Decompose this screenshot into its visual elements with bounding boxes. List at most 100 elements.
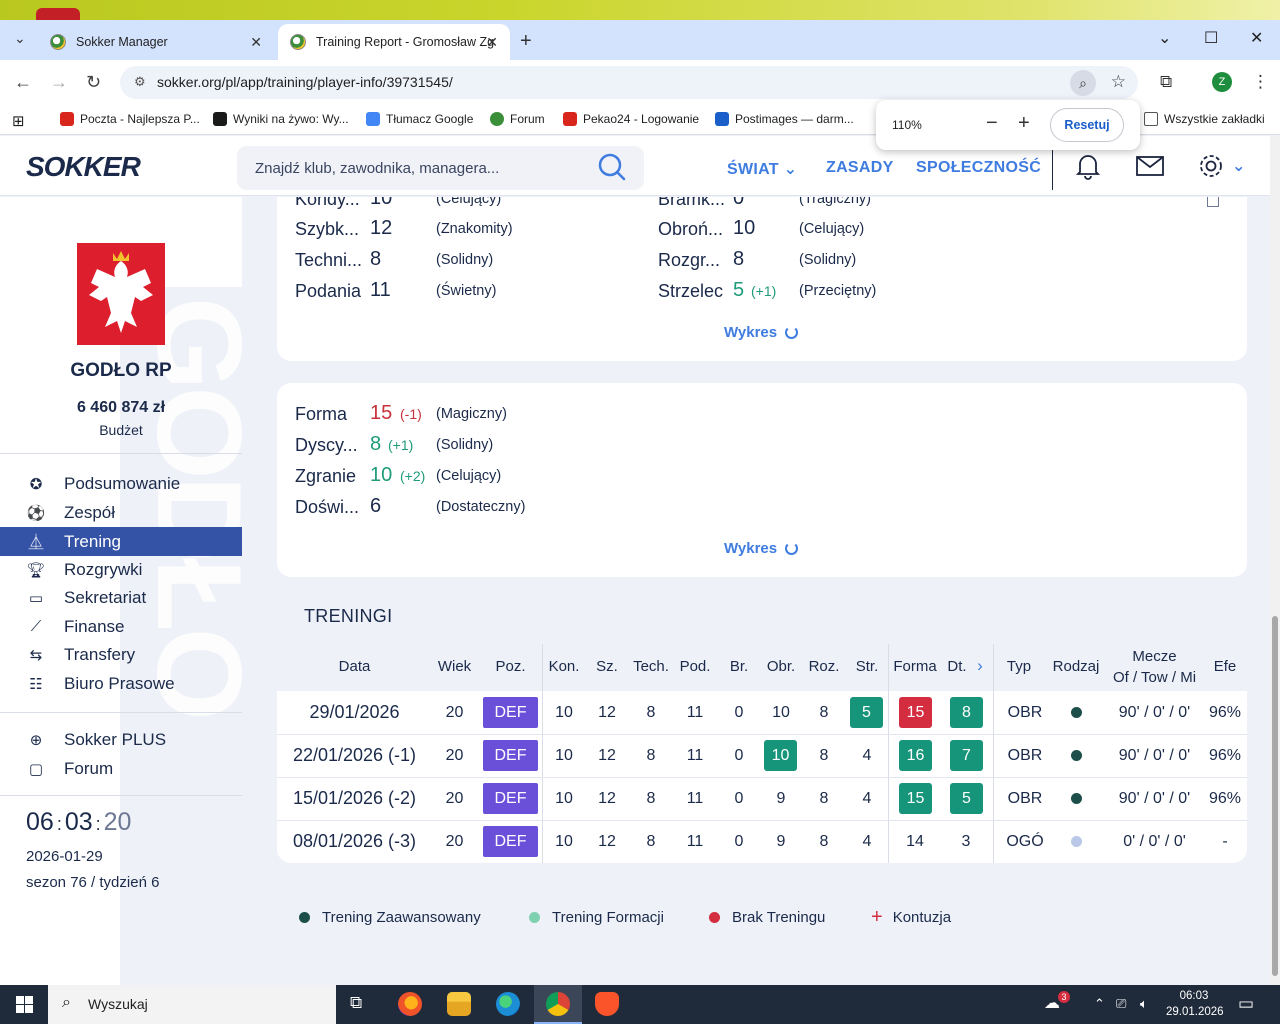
skill-desc: (Przeciętny) (799, 283, 877, 299)
sidebar: GODŁO GODŁO RP 6 460 874 zł Budżet ✪ Pods… (0, 197, 242, 985)
maximize-icon[interactable]: ☐ (1204, 28, 1218, 48)
condition-chart-link[interactable]: Wykres (724, 540, 799, 557)
task-view-icon[interactable]: ⧉ (350, 993, 362, 1013)
url-text[interactable]: sokker.org/pl/app/training/player-info/3… (157, 74, 453, 90)
bookmark-all[interactable]: Wszystkie zakładki (1144, 112, 1265, 126)
chrome-menu-icon[interactable]: ⋮ (1252, 72, 1269, 92)
tab-training-report[interactable]: Training Report - Gromosław Zg ✕ (278, 24, 510, 60)
tab-sokker-manager[interactable]: Sokker Manager ✕ (38, 24, 274, 60)
skills-chart-link[interactable]: Wykres (724, 324, 799, 341)
col-header[interactable]: Tech. (629, 658, 673, 675)
edge-icon[interactable] (496, 992, 520, 1016)
mail-icon[interactable] (1136, 156, 1164, 176)
scrollbar-thumb[interactable] (1272, 616, 1278, 976)
extensions-icon[interactable]: ⧉ (1160, 72, 1172, 92)
nav-swiat[interactable]: ŚWIAT ⌄ (727, 159, 797, 179)
sidebar-item-forum[interactable]: ▢ Forum (0, 754, 242, 783)
bookmark-star-icon[interactable]: ☆ (1111, 72, 1126, 92)
zoom-in-icon[interactable]: + (1018, 112, 1030, 135)
address-bar[interactable]: ⚙ sokker.org/pl/app/training/player-info… (120, 66, 1138, 99)
zoom-reset-button[interactable]: Resetuj (1050, 108, 1124, 142)
tab-search-icon[interactable]: ⌄ (14, 30, 26, 47)
volume-icon[interactable]: 🔈︎ (1140, 996, 1148, 1012)
zoom-out-icon[interactable]: − (986, 112, 998, 135)
brave-icon[interactable] (595, 992, 619, 1016)
reload-icon[interactable]: ↻ (86, 72, 101, 93)
col-header[interactable]: Of / Tow / Mi (1107, 669, 1202, 686)
club-name[interactable]: GODŁO RP (0, 360, 242, 382)
nav-zasady[interactable]: ZASADY (826, 159, 894, 177)
row-obr-highlight: 10 (764, 740, 797, 771)
condition-card: Forma 15 (-1) (Magiczny) Dyscy... 8 (+1)… (277, 383, 1247, 577)
training-kind-dot (1071, 793, 1082, 804)
chrome-icon[interactable] (546, 992, 570, 1016)
taskbar-search-input[interactable]: ⌕ Wyszukaj (48, 985, 336, 1024)
bookmark-pekao[interactable]: Pekao24 - Logowanie (563, 112, 699, 126)
row-divider (277, 820, 1247, 821)
col-header[interactable]: Typ (999, 658, 1039, 675)
row-typ: OBR (1007, 790, 1043, 807)
nav-spolecznosc[interactable]: SPOŁECZNOŚĆ (916, 159, 1041, 177)
network-icon[interactable]: ⎚ (1116, 996, 1126, 1012)
col-header[interactable]: Rodzaj (1049, 658, 1103, 675)
bookmark-wyniki[interactable]: Wyniki na żywo: Wy... (213, 112, 349, 126)
site-info-icon[interactable]: ⚙ (134, 74, 146, 90)
col-header[interactable]: Wiek (432, 658, 477, 675)
search-icon[interactable] (597, 152, 627, 182)
col-header[interactable]: Roz. (804, 658, 844, 675)
col-header[interactable]: Efe (1203, 658, 1247, 675)
col-header[interactable]: Kon. (544, 658, 584, 675)
sidebar-item-sekretariat[interactable]: ▭ Sekretariat (0, 583, 242, 612)
windows-start-icon[interactable] (16, 996, 33, 1013)
site-search-input[interactable]: Znajdź klub, zawodnika, managera... (237, 146, 644, 190)
col-header[interactable]: Pod. (675, 658, 715, 675)
close-tab-icon[interactable]: ✕ (250, 34, 262, 51)
new-tab-icon[interactable]: + (520, 30, 532, 53)
swap-icon: ⇆ (29, 646, 43, 664)
bookmark-forum[interactable]: Forum (490, 112, 545, 126)
sidebar-item-biuro-prasowe[interactable]: ☷ Biuro Prasowe (0, 669, 242, 698)
forward-icon[interactable]: → (50, 72, 68, 93)
copy-icon[interactable] (1207, 197, 1219, 207)
chevron-right-icon[interactable]: › (973, 656, 987, 676)
sidebar-item-podsumowanie[interactable]: ✪ Podsumowanie (0, 469, 242, 498)
col-header[interactable]: Str. (847, 658, 887, 675)
bookmark-poczta[interactable]: Poczta - Najlepsza P... (60, 112, 200, 126)
medal-icon: ✪ (29, 475, 43, 493)
col-header[interactable]: Poz. (483, 658, 538, 675)
profile-avatar[interactable]: Z (1212, 72, 1232, 92)
col-header[interactable]: Dt. (943, 658, 971, 675)
menu-label: Finanse (64, 616, 125, 636)
close-window-icon[interactable]: ✕ (1250, 28, 1263, 48)
sidebar-item-finanse[interactable]: ⟋ Finanse (0, 612, 242, 641)
bookmark-tlumacz[interactable]: Tłumacz Google (366, 112, 473, 126)
sidebar-item-zespol[interactable]: ⚽ Zespół (0, 498, 242, 527)
col-header[interactable]: Sz. (587, 658, 627, 675)
sidebar-item-trening[interactable]: ⏅ Trening (0, 527, 242, 556)
col-header[interactable]: Br. (719, 658, 759, 675)
bell-icon[interactable] (1075, 152, 1101, 180)
back-icon[interactable]: ← (14, 72, 32, 93)
minimize-icon[interactable]: ⌄ (1158, 28, 1171, 48)
menu-label: Sekretariat (64, 587, 147, 607)
col-header[interactable]: Data (277, 658, 432, 675)
col-header[interactable]: Mecze (1107, 648, 1202, 665)
zoom-icon[interactable]: ⌕ (1070, 70, 1096, 96)
sidebar-item-transfery[interactable]: ⇆ Transfery (0, 640, 242, 669)
apps-grid-icon[interactable]: ⊞ (12, 112, 25, 130)
gear-icon[interactable] (1197, 152, 1225, 180)
tray-chevron-icon[interactable]: ⌃ (1094, 996, 1105, 1012)
sidebar-item-rozgrywki[interactable]: 🏆︎ Rozgrywki (0, 555, 242, 584)
firefox-icon[interactable] (398, 992, 422, 1016)
sidebar-item-sokker-plus[interactable]: ⊕ Sokker PLUS (0, 725, 242, 754)
page-scrollbar[interactable] (1270, 136, 1280, 985)
taskbar-clock[interactable]: 06:03 29.01.2026 (1166, 988, 1224, 1020)
col-header[interactable]: Forma (891, 658, 939, 675)
bookmark-postimages[interactable]: Postimages — darm... (715, 112, 854, 126)
settings-chevron-icon[interactable]: ⌄ (1232, 156, 1246, 176)
sokker-logo[interactable]: SOKKER (26, 151, 141, 183)
col-header[interactable]: Obr. (761, 658, 801, 675)
file-explorer-icon[interactable] (447, 992, 471, 1016)
notifications-icon[interactable]: ▭ (1238, 994, 1254, 1014)
close-tab-icon[interactable]: ✕ (486, 34, 498, 51)
